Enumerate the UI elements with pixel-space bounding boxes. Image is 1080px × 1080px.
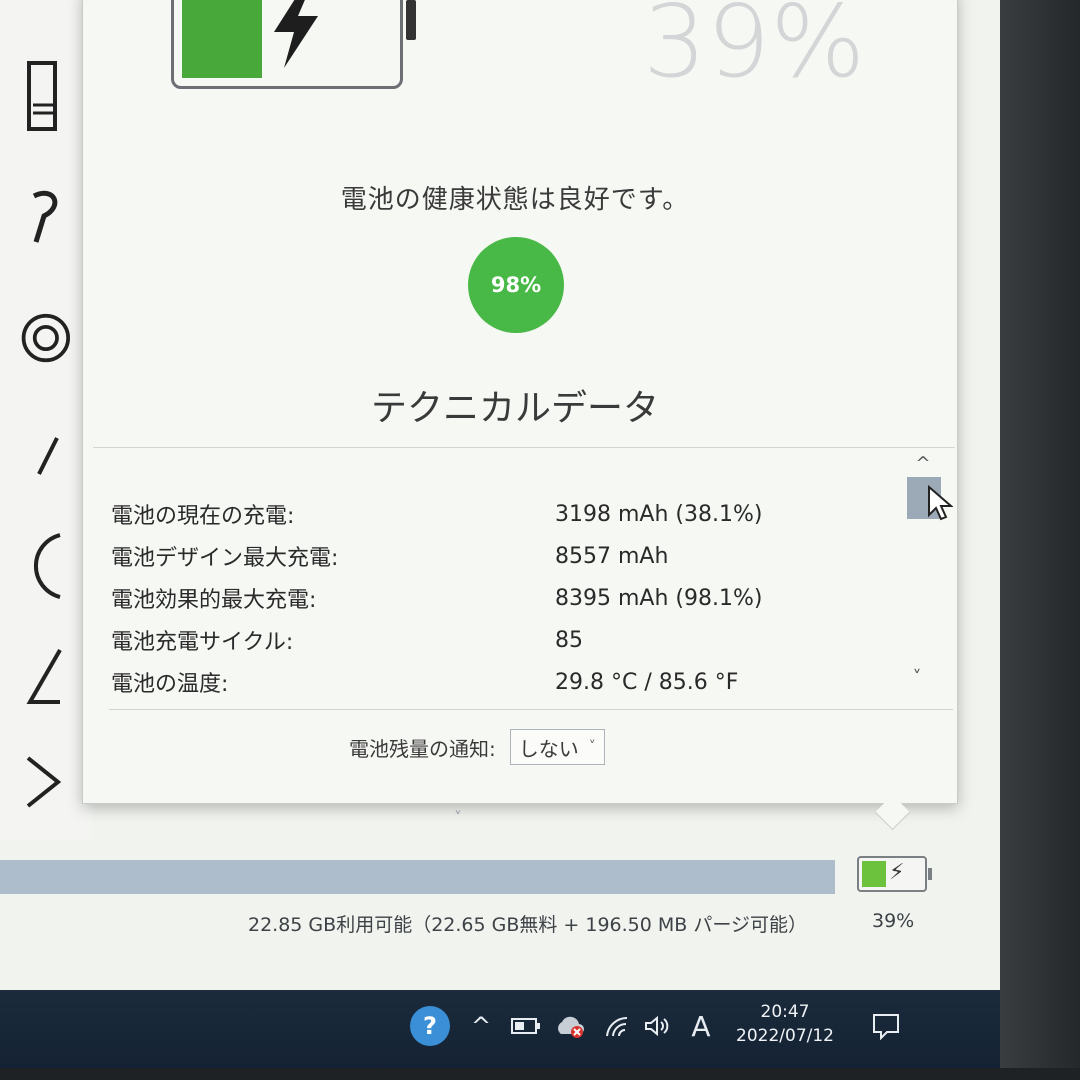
row-label: 電池充電サイクル: xyxy=(111,630,294,655)
show-hidden-icons-icon[interactable]: ^ xyxy=(466,1006,496,1046)
taskbar: ? ^ A 20:47 2022/07/12 xyxy=(0,990,1000,1070)
bolt-icon: ⚡ xyxy=(889,860,905,885)
table-row: 電池デザイン最大充電: 8557 mAh xyxy=(111,535,871,577)
row-value: 85 xyxy=(555,627,583,653)
technical-data-table: 電池の現在の充電: 3198 mAh (38.1%) 電池デザイン最大充電: 8… xyxy=(111,493,871,703)
battery-charging-icon xyxy=(171,0,416,89)
volume-icon[interactable] xyxy=(640,1006,674,1046)
row-value: 8557 mAh xyxy=(555,543,669,569)
chevron-down-icon: ˅ xyxy=(454,808,462,827)
notification-label: 電池残量の通知: xyxy=(349,736,496,761)
background-sidebar xyxy=(0,0,92,840)
battery-tray-icon[interactable] xyxy=(508,1006,544,1046)
divider xyxy=(109,709,953,710)
table-row: 電池の現在の充電: 3198 mAh (38.1%) xyxy=(111,493,871,535)
storage-available-text: 22.85 GB利用可能（22.65 GB無料 + 196.50 MB パージ可… xyxy=(248,914,807,936)
clock-date: 2022/07/12 xyxy=(736,1026,834,1046)
monitor-bezel xyxy=(1000,0,1080,1080)
battery-notification-setting: 電池残量の通知: しない ˅ xyxy=(349,729,605,765)
scroll-up-icon[interactable]: ^ xyxy=(911,453,935,475)
table-row: 電池の温度: 29.8 °C / 85.6 °F xyxy=(111,661,871,703)
storage-progress-fill xyxy=(0,860,835,894)
screen: ⚡ 22.85 GB利用可能（22.65 GB無料 + 196.50 MB パー… xyxy=(0,0,1000,1070)
document-icon[interactable] xyxy=(18,61,70,131)
notification-icon[interactable] xyxy=(866,1006,906,1046)
help-icon[interactable]: ? xyxy=(410,1006,450,1046)
mouse-cursor-icon xyxy=(927,484,954,525)
battery-level-fill xyxy=(862,861,886,887)
chevron-down-icon: ˅ xyxy=(588,739,596,755)
tool-icon[interactable] xyxy=(18,190,70,243)
lifebuoy-icon[interactable] xyxy=(18,312,70,364)
divider xyxy=(93,447,955,448)
battery-percent: 39% xyxy=(643,0,866,100)
battery-popup: 39% 電池の健康状態は良好です。 98% テクニカルデータ 電池の現在の充電:… xyxy=(82,0,958,804)
warning-icon[interactable] xyxy=(18,430,70,482)
row-value: 8395 mAh (98.1%) xyxy=(555,585,763,611)
battery-percent-small: 39% xyxy=(872,910,915,932)
clock-icon[interactable] xyxy=(18,533,70,599)
scroll-down-icon[interactable]: ˅ xyxy=(905,667,929,689)
monitor-bezel-bottom xyxy=(0,1068,1080,1080)
wifi-icon[interactable] xyxy=(600,1006,634,1046)
ime-mode-indicator[interactable]: A xyxy=(686,1006,716,1046)
notification-select-value: しない xyxy=(518,736,579,761)
clock[interactable]: 20:47 2022/07/12 xyxy=(736,1000,834,1048)
technical-data-title: テクニカルデータ xyxy=(370,388,659,429)
battery-level-fill xyxy=(182,0,262,78)
storage-progress-bar xyxy=(0,860,835,894)
row-label: 電池の現在の充電: xyxy=(111,504,295,529)
row-label: 電池デザイン最大充電: xyxy=(111,546,339,571)
close-icon[interactable] xyxy=(18,756,70,808)
row-label: 電池の温度: xyxy=(111,672,229,697)
bolt-icon xyxy=(266,0,326,82)
battery-charging-icon: ⚡ xyxy=(857,856,932,892)
row-label: 電池効果的最大充電: xyxy=(111,588,317,613)
notification-select[interactable]: しない ˅ xyxy=(509,729,605,765)
table-row: 電池効果的最大充電: 8395 mAh (98.1%) xyxy=(111,577,871,619)
cloud-icon[interactable] xyxy=(552,1006,588,1046)
clock-time: 20:47 xyxy=(760,1002,810,1022)
row-value: 3198 mAh (38.1%) xyxy=(555,501,763,527)
alert-icon[interactable] xyxy=(18,649,70,704)
battery-health-badge: 98% xyxy=(468,237,564,333)
row-value: 29.8 °C / 85.6 °F xyxy=(555,669,739,695)
battery-health-status: 電池の健康状態は良好です。 xyxy=(340,185,690,215)
table-row: 電池充電サイクル: 85 xyxy=(111,619,871,661)
